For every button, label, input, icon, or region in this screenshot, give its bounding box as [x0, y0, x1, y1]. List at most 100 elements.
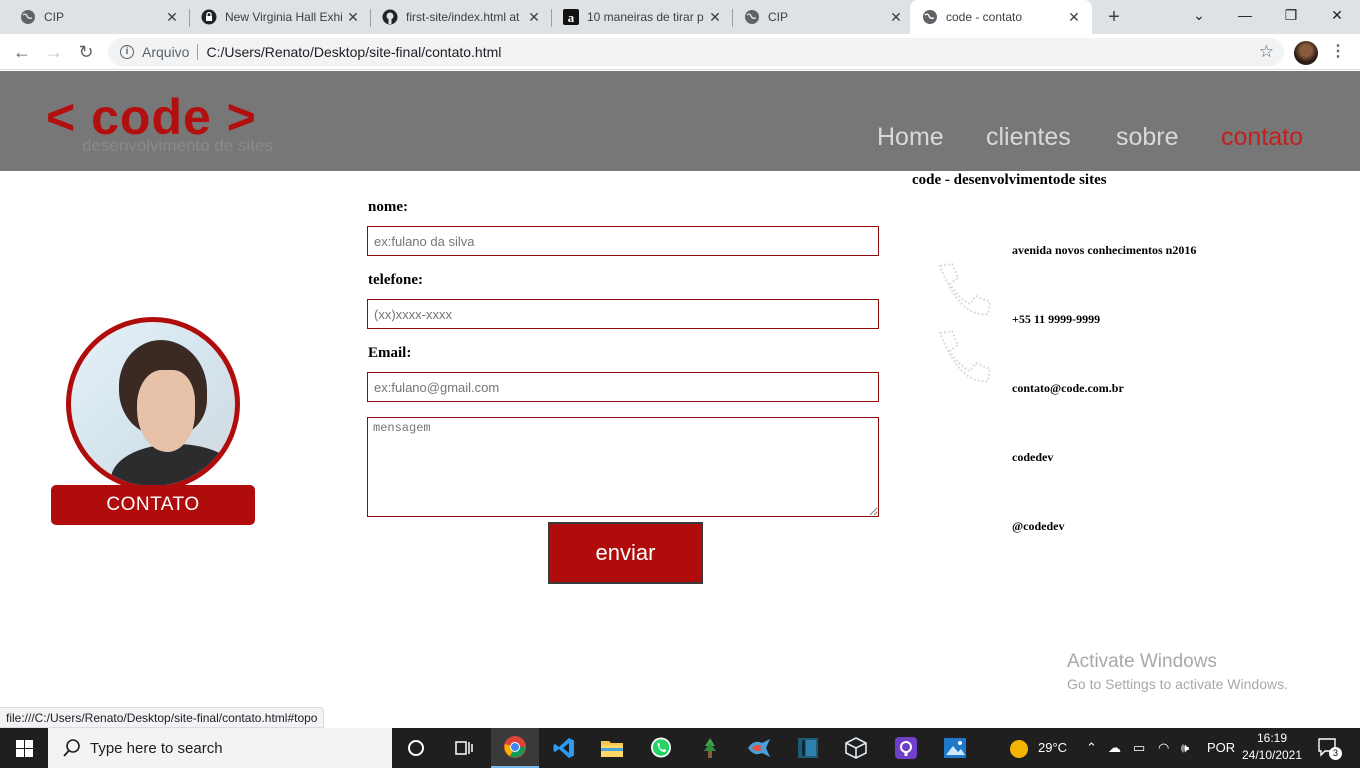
tab-title: CIP — [44, 10, 65, 24]
bookmark-star-icon[interactable]: ☆ — [1259, 42, 1274, 62]
notification-center-icon[interactable]: 3 — [1316, 736, 1342, 760]
info-phone: +55 11 9999-9999 — [1012, 312, 1101, 326]
tab-cip-1[interactable]: CIP ✕ — [0, 0, 190, 34]
telefone-label: telefone: — [368, 272, 423, 288]
scheme-label: Arquivo — [142, 44, 190, 60]
photo-face — [137, 370, 195, 452]
github-desktop-icon[interactable] — [882, 728, 930, 768]
tab-search-chevron-icon[interactable]: ⌄ — [1176, 0, 1222, 30]
a-logo-icon: a — [563, 9, 579, 25]
tab-title: 10 maneiras de tirar p — [587, 10, 704, 24]
info-email: contato@code.com.br — [1012, 381, 1124, 395]
chrome-taskbar-icon[interactable] — [491, 728, 539, 768]
phone-icon — [938, 329, 992, 383]
tab-title: New Virginia Hall Exhi — [225, 10, 343, 24]
nome-input[interactable] — [367, 226, 879, 256]
cortana-icon[interactable] — [392, 728, 440, 768]
tab-code-contato[interactable]: code - contato ✕ — [910, 0, 1092, 34]
enviar-button[interactable]: enviar — [548, 522, 703, 584]
taskbar-search-placeholder: Type here to search — [90, 739, 223, 757]
contact-banner: CONTATO — [51, 485, 255, 525]
mensagem-textarea[interactable] — [367, 417, 879, 517]
photo-shoulders — [111, 444, 235, 486]
photos-app-icon[interactable] — [931, 728, 979, 768]
tray-chevron-icon[interactable]: ⌃ — [1086, 728, 1097, 768]
github-icon — [382, 9, 398, 25]
close-window-button[interactable]: ✕ — [1314, 0, 1360, 30]
info-social-2: @codedev — [1012, 519, 1065, 533]
file-explorer-icon[interactable] — [588, 728, 636, 768]
weather-widget[interactable]: 29°C — [1010, 728, 1067, 768]
whatsapp-icon[interactable] — [637, 728, 685, 768]
telefone-input[interactable] — [367, 299, 879, 329]
info-icon[interactable]: i — [120, 45, 134, 59]
task-view-icon[interactable] — [440, 728, 488, 768]
nav-clientes[interactable]: clientes — [986, 123, 1071, 152]
info-social-1: codedev — [1012, 450, 1054, 464]
address-bar[interactable]: i Arquivo C:/Users/Renato/Desktop/site-f… — [108, 38, 1284, 66]
close-tab-icon[interactable]: ✕ — [1066, 9, 1082, 25]
svg-text:a: a — [568, 10, 575, 25]
restore-button[interactable]: ❐ — [1268, 0, 1314, 30]
volume-icon[interactable]: 🕪 — [1181, 728, 1189, 768]
wifi-icon[interactable]: ◠ — [1158, 728, 1169, 768]
link-status-bar: file:///C:/Users/Renato/Desktop/site-fin… — [0, 707, 325, 728]
close-tab-icon[interactable]: ✕ — [526, 9, 542, 25]
forward-arrow-icon[interactable]: → — [42, 40, 66, 64]
email-label: Email: — [368, 345, 412, 361]
search-icon — [63, 739, 80, 757]
close-tab-icon[interactable]: ✕ — [164, 9, 180, 25]
onedrive-icon[interactable]: ☁ — [1108, 728, 1121, 768]
tab-10-maneiras[interactable]: a 10 maneiras de tirar p ✕ — [543, 0, 733, 34]
phone-icon — [938, 262, 992, 316]
minimize-button[interactable]: — — [1222, 0, 1268, 30]
browser-toolbar: ← → ↻ i Arquivo C:/Users/Renato/Desktop/… — [0, 34, 1360, 70]
site-header: < code > desenvolvimento de sites Home c… — [0, 71, 1360, 171]
profile-avatar[interactable] — [1294, 41, 1318, 65]
weather-temperature: 29°C — [1038, 740, 1068, 755]
betta-fish-app-icon[interactable] — [735, 728, 783, 768]
email-input[interactable] — [367, 372, 879, 402]
taskbar-clock[interactable]: 16:19 24/10/2021 — [1238, 730, 1306, 764]
address-divider — [197, 44, 199, 60]
virtualbox-style-icon[interactable] — [784, 728, 832, 768]
globe-icon — [20, 9, 36, 25]
notification-count: 3 — [1329, 747, 1342, 760]
globe-icon — [744, 9, 760, 25]
language-indicator[interactable]: POR — [1207, 728, 1235, 768]
3d-box-icon[interactable] — [832, 728, 880, 768]
tab-virginia-hall[interactable]: New Virginia Hall Exhi ✕ — [181, 0, 371, 34]
nav-home[interactable]: Home — [877, 123, 944, 152]
contact-photo — [66, 317, 240, 491]
tab-title: code - contato — [946, 10, 1023, 24]
close-tab-icon[interactable]: ✕ — [888, 9, 904, 25]
nome-label: nome: — [368, 199, 408, 215]
activate-windows-subtitle: Go to Settings to activate Windows. — [1067, 676, 1288, 692]
nav-contato[interactable]: contato — [1221, 123, 1303, 152]
close-tab-icon[interactable]: ✕ — [345, 9, 361, 25]
globe-icon — [922, 9, 938, 25]
windows-taskbar: Type here to search 29°C ⌃ ☁ ▭ ◠ 🕪 POR 1… — [0, 728, 1360, 768]
nav-sobre[interactable]: sobre — [1116, 123, 1179, 152]
windows-start-icon[interactable] — [0, 728, 48, 768]
info-title: code - desenvolvimentode sites — [912, 172, 1107, 188]
back-arrow-icon[interactable]: ← — [10, 40, 34, 64]
site-tagline: desenvolvimento de sites — [82, 136, 273, 155]
close-tab-icon[interactable]: ✕ — [707, 9, 723, 25]
activate-windows-title: Activate Windows — [1067, 651, 1217, 672]
browser-menu-icon[interactable]: ⋮ — [1330, 40, 1346, 64]
tab-cip-2[interactable]: CIP ✕ — [724, 0, 914, 34]
clock-date: 24/10/2021 — [1241, 748, 1303, 762]
url-text[interactable]: C:/Users/Renato/Desktop/site-final/conta… — [206, 44, 501, 60]
tab-title: CIP — [768, 10, 789, 24]
browser-tab-strip: CIP ✕ New Virginia Hall Exhi ✕ first-sit… — [0, 0, 1360, 34]
tab-github[interactable]: first-site/index.html at ✕ — [362, 0, 552, 34]
taskbar-search-box[interactable]: Type here to search — [48, 728, 392, 768]
vscode-icon[interactable] — [540, 728, 588, 768]
clock-time: 16:19 — [1256, 731, 1288, 745]
reload-icon[interactable]: ↻ — [74, 40, 98, 64]
info-address: avenida novos conhecimentos n2016 — [1012, 243, 1197, 257]
battery-icon[interactable]: ▭ — [1133, 728, 1145, 768]
tree-app-icon[interactable] — [686, 728, 734, 768]
new-tab-button[interactable]: + — [1102, 5, 1126, 29]
